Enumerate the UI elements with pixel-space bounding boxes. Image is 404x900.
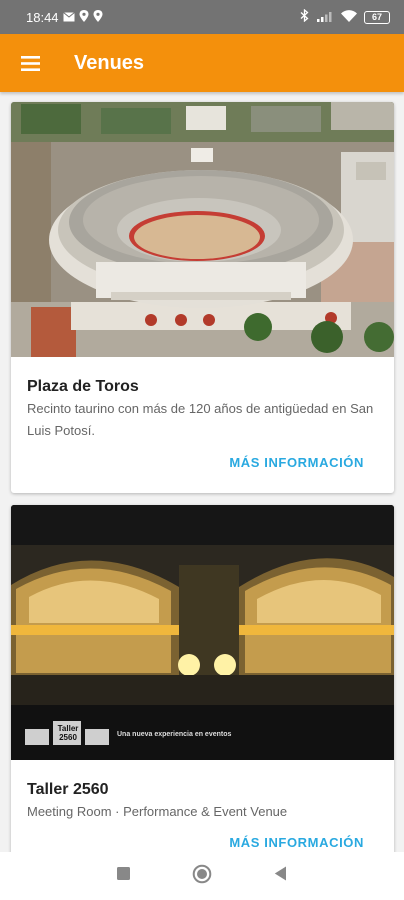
image-logo: Taller 2560: [57, 724, 79, 742]
signal-icon: [316, 10, 334, 25]
image-caption: Una nueva experiencia en eventos: [117, 731, 232, 738]
location-icon: [79, 9, 89, 25]
venue-image: [11, 102, 394, 357]
hamburger-icon: [20, 55, 40, 71]
more-info-button[interactable]: MÁS INFORMACIÓN: [229, 455, 364, 470]
bluetooth-icon: [300, 8, 309, 25]
venue-card[interactable]: Plaza de Toros Recinto taurino con más d…: [11, 102, 394, 493]
home-button[interactable]: [192, 864, 212, 889]
venue-description: Meeting Room · Performance & Event Venue: [27, 804, 288, 819]
mail-icon: [62, 10, 75, 25]
app-bar: Venues: [0, 34, 404, 92]
page-title: Venues: [74, 51, 145, 74]
recents-button[interactable]: [117, 867, 130, 885]
battery-icon: 67: [364, 10, 390, 24]
status-time: 18:44: [26, 9, 59, 25]
system-nav-bar: [0, 852, 404, 900]
menu-button[interactable]: [0, 34, 60, 92]
venue-title: Plaza de Toros: [27, 378, 139, 395]
location-icon: [93, 9, 103, 25]
venue-description: Recinto taurino con más de 120 años de a…: [27, 401, 374, 438]
wifi-icon: [341, 9, 357, 25]
status-bar: 18:44 67: [0, 0, 404, 34]
venue-image: Taller 2560 Una nueva experiencia en eve…: [11, 505, 394, 760]
venue-card[interactable]: Taller 2560 Una nueva experiencia en eve…: [11, 505, 394, 852]
more-info-button[interactable]: MÁS INFORMACIÓN: [229, 835, 364, 850]
venue-list: Plaza de Toros Recinto taurino con más d…: [0, 92, 404, 852]
venue-title: Taller 2560: [27, 781, 109, 798]
back-button[interactable]: [274, 866, 287, 886]
